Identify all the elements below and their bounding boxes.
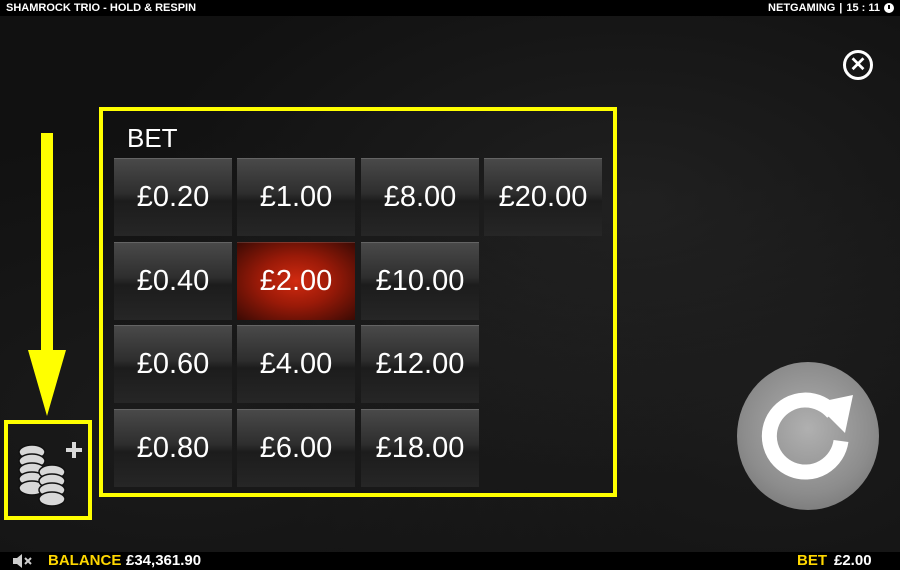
spin-button[interactable] bbox=[737, 362, 879, 510]
bet-option-10-00[interactable]: £10.00 bbox=[361, 242, 479, 320]
top-bar-right: NETGAMING | 15 : 11 bbox=[768, 0, 894, 16]
bet-option-4-00[interactable]: £4.00 bbox=[237, 325, 355, 403]
bet-option-0-60[interactable]: £0.60 bbox=[114, 325, 232, 403]
bet-option-2-00-selected[interactable]: £2.00 bbox=[237, 242, 355, 320]
bet-option-8-00[interactable]: £8.00 bbox=[361, 158, 479, 236]
bet-option-12-00[interactable]: £12.00 bbox=[361, 325, 479, 403]
arrow-down-icon bbox=[41, 133, 53, 353]
bet-option-20-00[interactable]: £20.00 bbox=[484, 158, 602, 236]
brand-label: NETGAMING bbox=[768, 2, 836, 14]
close-symbol: ✕ bbox=[849, 54, 867, 76]
bet-label: BET bbox=[797, 552, 827, 569]
bet-panel-title: BET bbox=[127, 123, 178, 153]
bet-option-6-00[interactable]: £6.00 bbox=[237, 409, 355, 487]
bet-option-1-00[interactable]: £1.00 bbox=[237, 158, 355, 236]
bet-value: £2.00 bbox=[834, 552, 872, 569]
bet-panel: BET £0.20 £1.00 £8.00 £20.00 £0.40 £2.00… bbox=[99, 107, 617, 497]
arrow-head bbox=[28, 350, 66, 416]
clock-time: 15 : 11 bbox=[846, 2, 880, 14]
bottom-bar: BALANCE £34,361.90 BET £2.00 bbox=[0, 552, 900, 570]
mute-icon[interactable] bbox=[12, 553, 34, 569]
top-bar: SHAMROCK TRIO - HOLD & RESPIN NETGAMING … bbox=[0, 0, 900, 16]
balance-value: £34,361.90 bbox=[126, 552, 202, 569]
spin-icon bbox=[761, 392, 853, 480]
coins-add-icon[interactable] bbox=[4, 420, 92, 520]
close-icon[interactable]: ✕ bbox=[843, 50, 873, 80]
game-title: SHAMROCK TRIO - HOLD & RESPIN bbox=[6, 2, 197, 14]
bet-option-18-00[interactable]: £18.00 bbox=[361, 409, 479, 487]
balance-label: BALANCE bbox=[48, 552, 122, 569]
bet-option-0-80[interactable]: £0.80 bbox=[114, 409, 232, 487]
bet-option-0-40[interactable]: £0.40 bbox=[114, 242, 232, 320]
bet-option-0-20[interactable]: £0.20 bbox=[114, 158, 232, 236]
clock-icon bbox=[884, 3, 894, 13]
separator: | bbox=[839, 2, 843, 14]
